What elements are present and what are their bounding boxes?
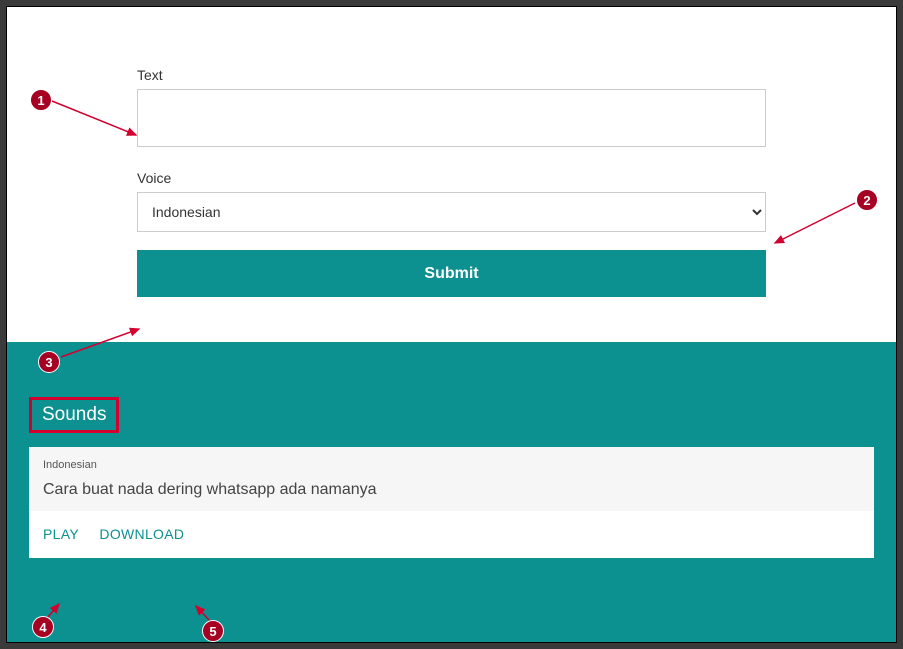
sound-actions: PLAY DOWNLOAD xyxy=(43,526,860,544)
voice-field-group: Voice Indonesian xyxy=(137,170,766,232)
download-button[interactable]: DOWNLOAD xyxy=(99,526,184,542)
sound-card-header: Indonesian Cara buat nada dering whatsap… xyxy=(29,447,874,511)
app-frame: Text Voice Indonesian Submit Sounds Indo… xyxy=(6,6,897,643)
sounds-title: Sounds xyxy=(29,397,119,433)
annotation-badge-2: 2 xyxy=(856,189,878,211)
sound-language: Indonesian xyxy=(43,459,860,471)
voice-select[interactable]: Indonesian xyxy=(137,192,766,232)
sounds-section: Sounds Indonesian Cara buat nada dering … xyxy=(7,342,896,568)
annotation-badge-5: 5 xyxy=(202,620,224,642)
text-label: Text xyxy=(137,67,766,83)
annotation-badge-1: 1 xyxy=(30,89,52,111)
voice-label: Voice xyxy=(137,170,766,186)
annotation-badge-4: 4 xyxy=(32,616,54,638)
text-field-group: Text xyxy=(137,67,766,152)
submit-button[interactable]: Submit xyxy=(137,250,766,297)
sound-card: Indonesian Cara buat nada dering whatsap… xyxy=(29,447,874,558)
text-input[interactable] xyxy=(137,89,766,147)
annotation-badge-3: 3 xyxy=(38,351,60,373)
sound-text: Cara buat nada dering whatsapp ada naman… xyxy=(43,481,860,499)
form-card: Text Voice Indonesian Submit xyxy=(7,7,896,342)
play-button[interactable]: PLAY xyxy=(43,526,79,542)
